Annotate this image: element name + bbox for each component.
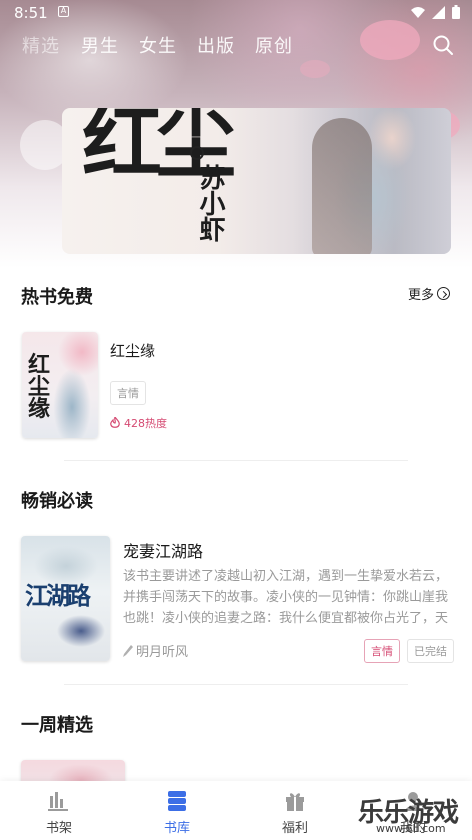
book-description: 该书主要讲述了凌越山初入江湖，遇到一生挚爱水若云，并携手闯荡天下的故事。凌小侠的… <box>123 569 449 626</box>
search-icon[interactable] <box>432 34 454 56</box>
nav-library[interactable]: 书库 <box>118 781 236 840</box>
banner-seal-dot <box>190 146 204 160</box>
book-cover-chongqi[interactable]: 江湖路 <box>21 536 110 661</box>
section-title-bestsellers: 畅销必读 <box>21 491 93 512</box>
banner-illustration-hair <box>312 118 372 254</box>
pen-icon <box>123 644 133 657</box>
site-watermark: 乐乐游戏 www.6ll.com <box>358 792 470 838</box>
tab-featured[interactable]: 精选 <box>22 32 60 58</box>
book-title[interactable]: 宠妻江湖路 <box>123 538 203 562</box>
genre-tag: 言情 <box>110 381 146 405</box>
category-tabs: 精选 男生 女生 出版 原创 <box>0 32 472 60</box>
library-icon <box>168 791 186 811</box>
more-link[interactable]: 更多 <box>408 284 450 303</box>
nav-label: 书架 <box>45 821 72 836</box>
cover-calligraphy: 红尘缘 <box>28 352 51 422</box>
bookshelf-icon <box>48 792 68 811</box>
flame-icon <box>110 417 120 428</box>
section-title-weekly: 一周精选 <box>21 715 93 736</box>
section-title-hot-free: 热书免费 <box>21 287 93 308</box>
banner-author: 苏小虾 <box>195 164 225 242</box>
notification-icon: A <box>58 6 69 17</box>
genre-tag: 言情 <box>364 639 400 663</box>
tab-original[interactable]: 原创 <box>255 32 293 58</box>
petal <box>300 60 330 78</box>
watermark-url: www.6ll.com <box>376 822 446 835</box>
nav-label: 福利 <box>281 821 308 836</box>
author-row: 明月听风 <box>123 641 188 660</box>
book-author: 明月听风 <box>136 645 189 660</box>
nav-welfare[interactable]: 福利 <box>236 781 354 840</box>
book-cover-hongchenyuan[interactable]: 红尘缘 <box>22 332 98 438</box>
nav-bookshelf[interactable]: 书架 <box>0 781 118 840</box>
tab-female[interactable]: 女生 <box>139 32 177 58</box>
status-time: 8:51 <box>14 4 48 22</box>
status-bar: 8:51 A <box>0 0 472 26</box>
status-tag: 已完结 <box>407 639 454 663</box>
gift-icon <box>286 793 304 811</box>
divider <box>64 684 408 685</box>
heat-indicator: 428热度 <box>110 415 167 431</box>
status-icons <box>411 5 460 19</box>
signal-icon <box>432 5 445 19</box>
chevron-right-circle-icon <box>437 287 450 300</box>
tab-male[interactable]: 男生 <box>81 32 119 58</box>
nav-label: 书库 <box>163 821 190 836</box>
book-title[interactable]: 红尘缘 <box>110 340 155 361</box>
divider <box>64 460 408 461</box>
heat-value: 428热度 <box>124 417 167 430</box>
tab-publishing[interactable]: 出版 <box>197 32 235 58</box>
more-label: 更多 <box>407 288 434 303</box>
battery-icon <box>452 5 460 19</box>
wifi-icon <box>411 7 425 18</box>
promo-banner[interactable]: 红尘 苏小虾 <box>62 108 451 254</box>
cover-calligraphy: 江湖路 <box>25 581 91 610</box>
